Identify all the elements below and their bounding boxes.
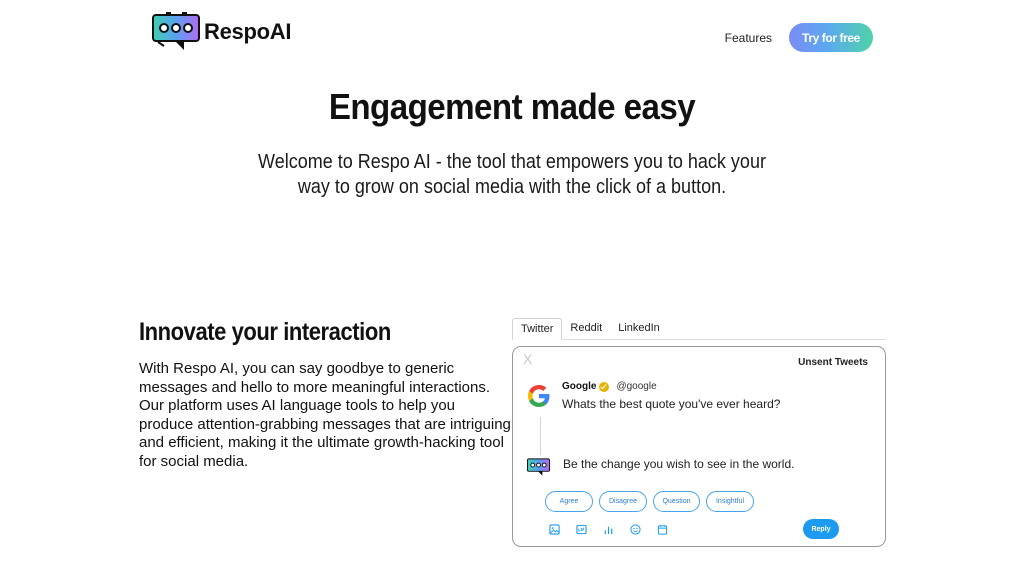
- section-body: With Respo AI, you can say goodbye to ge…: [139, 360, 511, 470]
- emoji-icon[interactable]: [629, 523, 641, 535]
- tweet-text: Whats the best quote you've ever heard?: [562, 397, 781, 411]
- image-icon[interactable]: [548, 523, 560, 535]
- tone-chips: Agree Disagree Question Insightful: [545, 491, 760, 512]
- close-icon[interactable]: X: [523, 351, 532, 367]
- brand-logo[interactable]: RespoAI: [152, 12, 291, 52]
- brand-name: RespoAI: [204, 19, 292, 44]
- author-handle: @google: [616, 381, 657, 392]
- tweet-author: Google @google: [562, 381, 657, 392]
- top-nav: Features Try for free: [725, 23, 873, 52]
- tweet-reply-card: X Unsent Tweets Google @google Whats the…: [512, 346, 886, 547]
- google-avatar-icon: [528, 385, 550, 407]
- respoai-logo-icon: [152, 12, 200, 50]
- platform-tabs: Twitter Reddit LinkedIn: [512, 318, 886, 340]
- tab-linkedin[interactable]: LinkedIn: [610, 318, 668, 340]
- generated-reply-text[interactable]: Be the change you wish to see in the wor…: [563, 457, 794, 471]
- author-name: Google: [562, 381, 597, 392]
- chip-agree[interactable]: Agree: [545, 491, 593, 512]
- thread-line: [540, 417, 541, 455]
- schedule-icon[interactable]: [656, 523, 668, 535]
- respoai-avatar-icon: [527, 458, 551, 476]
- tab-reddit[interactable]: Reddit: [562, 318, 610, 340]
- chip-disagree[interactable]: Disagree: [599, 491, 647, 512]
- verified-badge-icon: [599, 381, 610, 392]
- tab-twitter[interactable]: Twitter: [512, 318, 563, 340]
- reply-button[interactable]: Reply: [803, 519, 839, 539]
- poll-icon[interactable]: [602, 523, 614, 535]
- gif-icon[interactable]: [575, 523, 587, 535]
- chip-question[interactable]: Question: [653, 491, 700, 512]
- chip-insightful[interactable]: Insightful: [706, 491, 754, 512]
- unsent-tweets-label[interactable]: Unsent Tweets: [798, 357, 868, 368]
- hero-title: Engagement made easy: [328, 86, 696, 127]
- compose-toolbar: [548, 523, 683, 535]
- nav-features-link[interactable]: Features: [725, 31, 772, 45]
- hero-subtitle: Welcome to Respo AI - the tool that empo…: [258, 151, 766, 198]
- try-for-free-button[interactable]: Try for free: [789, 23, 873, 52]
- section-title: Innovate your interaction: [139, 318, 391, 346]
